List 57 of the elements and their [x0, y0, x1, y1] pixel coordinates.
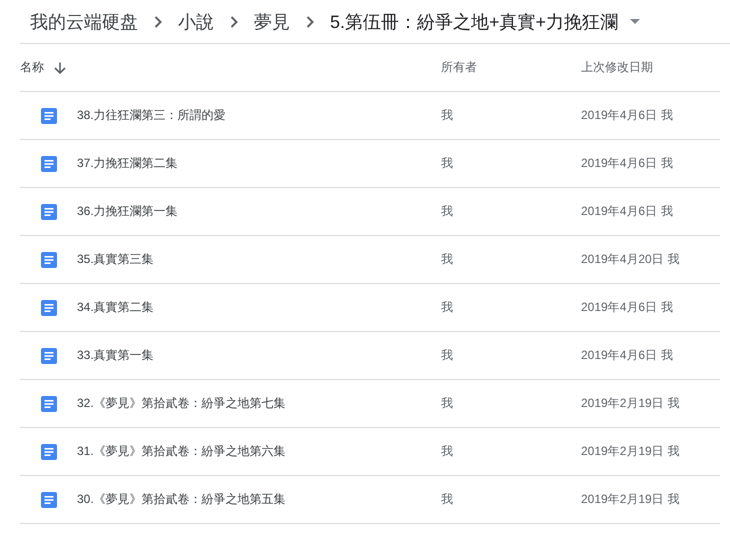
- breadcrumb-item[interactable]: 我的云端硬盘: [26, 8, 142, 36]
- document-icon: [41, 204, 57, 220]
- file-name[interactable]: 35.真實第三集: [77, 251, 154, 268]
- document-icon: [41, 348, 57, 364]
- column-header[interactable]: 所有者: [441, 59, 477, 76]
- owner-cell: 我: [441, 492, 453, 506]
- modified-by: 我: [668, 491, 680, 508]
- file-name[interactable]: 34.真實第二集: [77, 299, 154, 316]
- document-icon: [41, 300, 57, 316]
- modified-date: 2019年4月6日: [581, 107, 658, 124]
- document-icon: [41, 252, 57, 268]
- chevron-right-icon: [154, 16, 162, 28]
- dropdown-caret-icon[interactable]: [630, 19, 640, 24]
- owner-cell: 我: [441, 300, 453, 314]
- file-name[interactable]: 30.《夢見》第拾貳卷：紛爭之地第五集: [77, 491, 286, 508]
- modified-date: 2019年2月19日: [581, 443, 664, 460]
- modified-by: 我: [661, 347, 674, 364]
- owner-cell: 我: [441, 444, 453, 458]
- column-header[interactable]: 名称: [20, 59, 44, 76]
- breadcrumb-item[interactable]: 5.第伍冊：紛爭之地+真實+力挽狂瀾: [326, 8, 622, 36]
- modified-date: 2019年2月19日: [581, 395, 664, 412]
- document-icon: [41, 444, 57, 460]
- modified-by: 我: [661, 107, 674, 124]
- owner-cell: 我: [441, 156, 453, 170]
- sort-arrow-down-icon[interactable]: [54, 62, 66, 74]
- chevron-right-icon: [306, 16, 314, 28]
- owner-cell: 我: [441, 108, 453, 122]
- document-icon: [41, 156, 57, 172]
- modified-date: 2019年4月6日: [581, 203, 658, 220]
- chevron-right-icon: [230, 16, 238, 28]
- column-header[interactable]: 上次修改日期: [581, 59, 653, 76]
- breadcrumb-item[interactable]: 夢見: [250, 8, 294, 36]
- owner-cell: 我: [441, 252, 453, 266]
- file-name[interactable]: 36.力挽狂瀾第一集: [77, 203, 178, 220]
- modified-by: 我: [661, 155, 674, 172]
- owner-cell: 我: [441, 396, 453, 410]
- modified-by: 我: [661, 203, 674, 220]
- modified-by: 我: [661, 299, 674, 316]
- modified-date: 2019年2月19日: [581, 491, 664, 508]
- file-name[interactable]: 37.力挽狂瀾第二集: [77, 155, 178, 172]
- modified-by: 我: [668, 395, 680, 412]
- modified-date: 2019年4月6日: [581, 347, 658, 364]
- document-icon: [41, 492, 57, 508]
- modified-date: 2019年4月6日: [581, 155, 658, 172]
- file-name[interactable]: 33.真實第一集: [77, 347, 154, 364]
- document-icon: [41, 396, 57, 412]
- modified-by: 我: [668, 443, 680, 460]
- modified-by: 我: [668, 251, 680, 268]
- modified-date: 2019年4月6日: [581, 299, 658, 316]
- breadcrumb-item[interactable]: 小說: [174, 8, 218, 36]
- modified-date: 2019年4月20日: [581, 251, 664, 268]
- file-name[interactable]: 32.《夢見》第拾貳卷：紛爭之地第七集: [77, 395, 286, 412]
- document-icon: [41, 108, 57, 124]
- owner-cell: 我: [441, 348, 453, 362]
- file-name[interactable]: 31.《夢見》第拾貳卷：紛爭之地第六集: [77, 443, 286, 460]
- file-name[interactable]: 38.力往狂瀾第三：所謂的愛: [77, 107, 226, 124]
- owner-cell: 我: [441, 204, 453, 218]
